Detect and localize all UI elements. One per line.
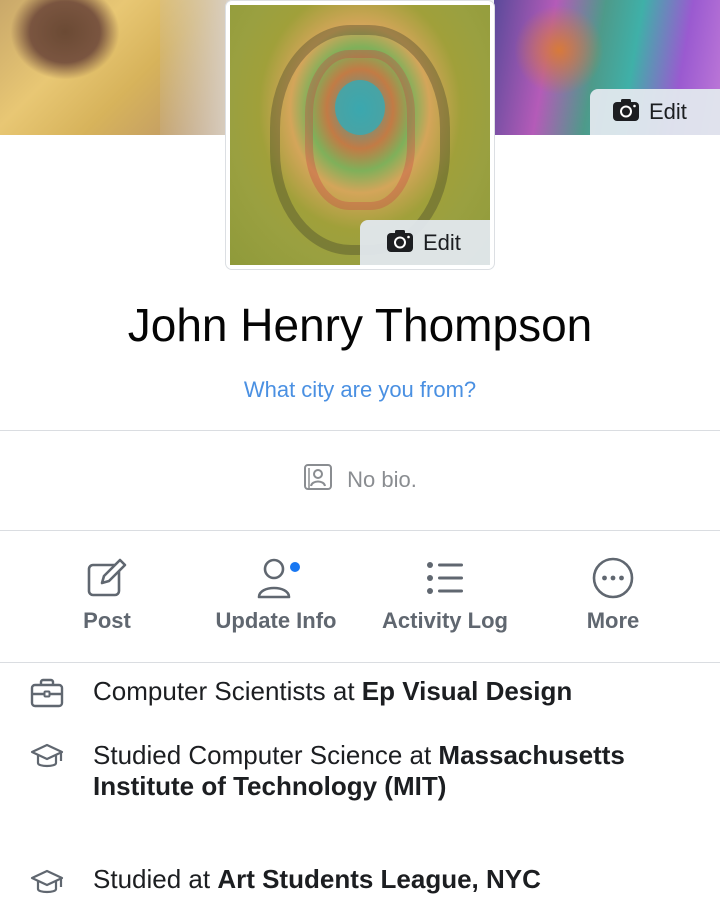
education-prefix: Studied Computer Science at (93, 740, 439, 770)
update-info-button[interactable]: Update Info (191, 556, 361, 636)
work-place[interactable]: Ep Visual Design (362, 676, 572, 706)
more-button[interactable]: More (528, 556, 698, 636)
post-icon-wrap (86, 556, 128, 604)
cover-image-left (0, 0, 230, 135)
camera-icon (386, 229, 414, 258)
cover-shade (160, 0, 230, 135)
work-text: Computer Scientists at Ep Visual Design (93, 676, 693, 707)
person-icon (256, 556, 302, 605)
edit-icon (86, 557, 128, 604)
more-icon-wrap (591, 556, 635, 604)
profile-photo-edit-button[interactable]: Edit (360, 220, 490, 265)
post-button[interactable]: Post (22, 556, 192, 636)
bio-icon (303, 462, 333, 497)
list-icon (425, 558, 465, 603)
activity-log-label: Activity Log (382, 608, 508, 633)
cover-edit-label: Edit (649, 99, 687, 124)
divider (0, 430, 720, 431)
more-icon (591, 556, 635, 605)
bio-text: No bio. (347, 466, 417, 492)
divider (0, 530, 720, 531)
more-label: More (586, 608, 640, 633)
graduation-cap-icon (30, 868, 64, 900)
post-label: Post (83, 608, 131, 633)
notification-dot (288, 559, 302, 574)
profile-edit-label: Edit (423, 230, 461, 255)
briefcase-icon (30, 678, 64, 713)
activity-log-icon-wrap (425, 556, 465, 604)
city-prompt-link[interactable]: What city are you from? (0, 377, 720, 403)
update-info-label: Update Info (215, 608, 337, 633)
leaf-shape (10, 0, 120, 80)
education-text: Studied Computer Science at Massachusett… (93, 740, 693, 802)
education-place-2[interactable]: Art Students League, NYC (217, 864, 541, 894)
photo-pattern-head (335, 80, 385, 135)
profile-actions: Post Update Info Activity Log More (0, 556, 720, 636)
profile-photo-image: Edit (230, 5, 490, 265)
profile-name: John Henry Thompson (127, 299, 593, 351)
divider (0, 662, 720, 663)
education-prefix-2: Studied at (93, 864, 218, 894)
cover-flower (514, 5, 604, 95)
graduation-cap-icon (30, 742, 64, 777)
bio-row[interactable]: No bio. (0, 462, 720, 497)
education-text-2: Studied at Art Students League, NYC (93, 864, 693, 895)
activity-log-button[interactable]: Activity Log (360, 556, 530, 636)
cover-edit-button[interactable]: Edit (590, 89, 720, 135)
work-prefix: Computer Scientists at (93, 676, 362, 706)
update-info-icon-wrap (256, 556, 302, 605)
camera-icon (612, 98, 640, 127)
profile-picture[interactable]: Edit (226, 1, 494, 269)
